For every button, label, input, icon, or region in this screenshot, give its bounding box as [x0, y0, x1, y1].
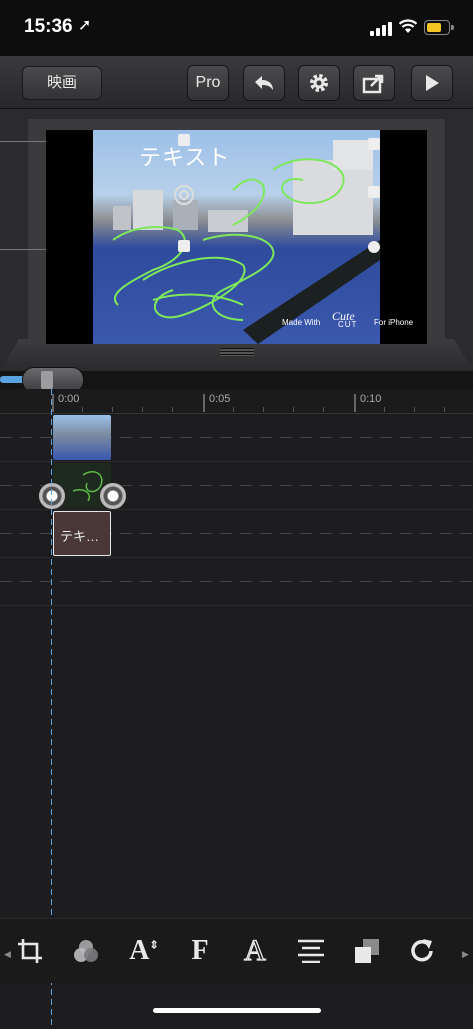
undo-button[interactable]: [243, 65, 285, 101]
crop-button[interactable]: [10, 931, 50, 971]
resize-handle[interactable]: [178, 134, 190, 146]
pro-button[interactable]: Pro: [187, 65, 229, 101]
redo-icon: [411, 939, 433, 962]
video-clip[interactable]: [53, 415, 111, 460]
ruler-tick: [52, 394, 54, 412]
layer-order-icon: [355, 939, 379, 963]
resize-handle[interactable]: [368, 138, 380, 150]
align-button[interactable]: [291, 931, 331, 971]
target-icon[interactable]: [173, 184, 195, 206]
redo-button[interactable]: [403, 931, 443, 971]
wifi-icon: [398, 19, 418, 33]
font-bold-icon: F: [191, 935, 209, 966]
layer-order-button[interactable]: [347, 931, 387, 971]
share-button[interactable]: [353, 65, 395, 101]
trim-handle-left[interactable]: [38, 482, 66, 510]
status-time: 15:36: [24, 16, 73, 37]
settings-button[interactable]: [298, 65, 340, 101]
timeline-empty-area: [0, 606, 473, 918]
bottom-toolbar: ◀ A⇕ F A ▶: [0, 918, 473, 983]
align-center-icon: [298, 939, 324, 963]
watermark-cut: CUT: [338, 320, 358, 329]
share-icon: [362, 74, 384, 94]
watermark-made-with: Made With: [282, 318, 321, 327]
gear-icon: [310, 74, 328, 92]
trim-handle-right[interactable]: [99, 482, 127, 510]
ruler-tick: [354, 394, 356, 412]
text-size-button[interactable]: A⇕: [124, 931, 164, 971]
drag-grip[interactable]: [220, 348, 254, 356]
color-blend-button[interactable]: [66, 931, 106, 971]
ruler-tick: [203, 394, 205, 412]
scroll-right-icon[interactable]: ▶: [462, 949, 469, 960]
resize-handle[interactable]: [368, 186, 380, 198]
back-button[interactable]: 映画: [22, 66, 102, 100]
battery-icon: [424, 20, 454, 35]
resize-handle[interactable]: [178, 240, 190, 252]
status-bar: 15:36 ➚: [0, 0, 473, 56]
text-clip[interactable]: テキ…: [53, 511, 111, 556]
location-arrow-icon: ➚: [78, 17, 92, 34]
ruler-label: 0:00: [58, 393, 80, 405]
home-indicator: [153, 1008, 321, 1013]
outline-button[interactable]: A: [235, 931, 275, 971]
empty-track: [0, 558, 473, 606]
watermark-for-iphone: For iPhone: [374, 318, 414, 327]
top-toolbar: 映画 Pro: [0, 56, 473, 109]
rotate-handle[interactable]: [368, 241, 380, 253]
undo-icon: [255, 76, 273, 90]
text-clip-label: テキ…: [60, 529, 100, 544]
watermark: Made With Cute CUT For iPhone: [282, 309, 422, 329]
font-button[interactable]: F: [180, 931, 220, 971]
crop-icon: [18, 939, 42, 963]
play-icon: [426, 75, 439, 91]
ruler-label: 0:05: [209, 393, 231, 405]
ruler-label: 0:10: [360, 393, 382, 405]
cellular-signal-icon: [370, 22, 392, 36]
font-outline-icon: A: [244, 933, 267, 967]
text-size-icon: A⇕: [129, 935, 159, 966]
color-blend-icon: [74, 940, 98, 962]
play-button[interactable]: [411, 65, 453, 101]
